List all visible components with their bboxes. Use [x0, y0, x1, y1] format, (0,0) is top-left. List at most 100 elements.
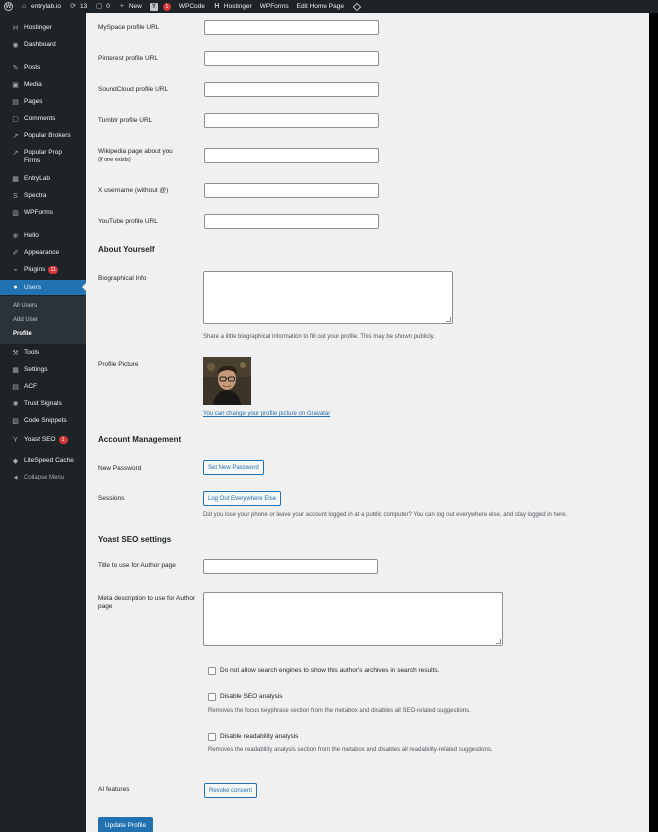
sidebar-item-label: Plugins — [24, 266, 46, 273]
tumblr-url-input[interactable] — [204, 113, 379, 128]
sidebar-item-wpforms[interactable]: ▥ WPForms — [0, 209, 86, 218]
sidebar-item-label: Comments — [24, 115, 56, 122]
litespeed-menu[interactable] — [348, 0, 366, 13]
disable-readability-checkbox[interactable] — [208, 733, 216, 741]
sidebar-item-users[interactable]: ● Users — [0, 280, 86, 295]
edit-home-page-link[interactable]: Edit Home Page — [293, 0, 348, 13]
yoast-menu[interactable]: Y 1 — [146, 0, 175, 13]
wrench-icon: ⚒ — [12, 350, 19, 357]
wikipedia-url-input[interactable] — [204, 148, 379, 163]
log-out-everywhere-button[interactable]: Log Out Everywhere Else — [203, 491, 282, 506]
noindex-author-label[interactable]: Do not allow search engines to show this… — [220, 667, 439, 674]
youtube-label: YouTube profile URL — [98, 218, 158, 225]
sidebar-item-plugins[interactable]: ⌁ Plugins 11 — [0, 266, 86, 275]
acf-icon: ▤ — [12, 384, 19, 391]
sidebar-item-litespeed-cache[interactable]: ◆ LiteSpeed Cache — [0, 457, 86, 466]
sidebar-item-hello[interactable]: ⊕ Hello — [0, 232, 86, 241]
site-name-menu[interactable]: ⌂ entrylab.io — [19, 0, 65, 13]
chart-icon: ↗ — [12, 133, 19, 140]
wpforms-label: WPForms — [259, 3, 289, 10]
sidebar-item-appearance[interactable]: ✐ Appearance — [0, 249, 86, 258]
disable-seo-label[interactable]: Disable SEO analysis — [220, 693, 283, 700]
collapse-icon: ◀ — [13, 475, 18, 481]
submenu-all-users[interactable]: All Users — [13, 303, 37, 309]
admin-bar: W ⌂ entrylab.io ⟳ 13 ▢ 0 + New Y 1 WPCod… — [0, 0, 658, 13]
disable-seo-checkbox[interactable] — [208, 693, 216, 701]
resize-handle-icon[interactable] — [496, 639, 501, 644]
submenu-add-user[interactable]: Add User — [13, 317, 38, 323]
soundcloud-url-input[interactable] — [204, 82, 379, 97]
avatar-image — [203, 357, 251, 405]
x-username-input[interactable] — [204, 183, 379, 198]
sidebar-item-popular-brokers[interactable]: ↗ Popular Brokers — [0, 132, 86, 141]
disable-readability-description: Removes the readability analysis section… — [208, 747, 493, 753]
entrylab-icon: ▦ — [12, 176, 19, 183]
sidebar-item-entrylab[interactable]: ▦ EntryLab — [0, 175, 86, 184]
submenu-profile[interactable]: Profile — [13, 331, 32, 337]
sidebar-item-label: Trust Signals — [24, 400, 62, 407]
plus-icon: + — [119, 3, 124, 10]
sidebar-item-dashboard[interactable]: ◉ Dashboard — [0, 41, 86, 50]
yoast-settings-heading: Yoast SEO settings — [98, 535, 172, 544]
dashboard-icon: ◉ — [12, 42, 19, 49]
wikipedia-label: Wikipedia page about you (if one exists) — [98, 148, 173, 164]
sidebar-item-spectra[interactable]: S Spectra — [0, 192, 86, 201]
sidebar-item-settings[interactable]: ▦ Settings — [0, 366, 86, 375]
sidebar-item-hostinger[interactable]: H Hostinger — [0, 24, 86, 33]
hello-icon: ⊕ — [12, 233, 19, 240]
sidebar-item-media[interactable]: ▣ Media — [0, 81, 86, 90]
soundcloud-label: SoundCloud profile URL — [98, 86, 169, 93]
myspace-url-input[interactable] — [204, 20, 379, 35]
diamond-icon — [352, 2, 362, 11]
author-title-input[interactable] — [203, 559, 378, 574]
wpforms-menu[interactable]: WPForms — [256, 0, 293, 13]
sidebar-item-label: Hostinger — [24, 24, 52, 31]
hostinger-icon: H — [12, 25, 19, 32]
comments-menu[interactable]: ▢ 0 — [91, 0, 114, 13]
sidebar-item-trust-signals[interactable]: ✺ Trust Signals — [0, 400, 86, 409]
yoast-notification-badge: 1 — [162, 2, 171, 11]
sidebar-item-pages[interactable]: ▤ Pages — [0, 98, 86, 107]
sidebar-item-label: Users — [24, 283, 41, 291]
meta-description-label: Meta description to use for Author page — [98, 595, 196, 610]
meta-description-textarea[interactable] — [203, 592, 503, 646]
users-submenu: All Users Add User Profile — [0, 296, 86, 344]
update-profile-button[interactable]: Update Profile — [98, 817, 153, 832]
sidebar-item-posts[interactable]: ✎ Posts — [0, 64, 86, 73]
user-icon: ● — [13, 284, 18, 291]
sidebar-item-yoast-seo[interactable]: Y Yoast SEO 1 — [0, 436, 86, 445]
chart-icon: ↗ — [12, 150, 19, 157]
about-yourself-heading: About Yourself — [98, 245, 155, 254]
sessions-description: Did you lose your phone or leave your ac… — [203, 512, 568, 518]
profile-form-area: MySpace profile URL Pinterest profile UR… — [86, 13, 649, 832]
comments-count: 0 — [106, 3, 110, 10]
sidebar-item-acf[interactable]: ▤ ACF — [0, 383, 86, 392]
youtube-url-input[interactable] — [204, 214, 379, 229]
bio-textarea[interactable] — [203, 271, 453, 324]
pinterest-url-input[interactable] — [204, 51, 379, 66]
sidebar-item-tools[interactable]: ⚒ Tools — [0, 349, 86, 358]
gravatar-link[interactable]: You can change your profile picture on G… — [203, 411, 330, 417]
sidebar-item-code-snippets[interactable]: ▧ Code Snippets — [0, 417, 86, 426]
updates-menu[interactable]: ⟳ 13 — [65, 0, 91, 13]
sidebar-item-popular-prop-firms[interactable]: ↗ Popular Prop Firms — [0, 149, 86, 165]
wordpress-icon: W — [4, 2, 13, 11]
notification-badge: 1 — [58, 436, 68, 444]
pinterest-label: Pinterest profile URL — [98, 55, 158, 62]
revoke-consent-button[interactable]: Revoke consent — [204, 783, 258, 798]
set-new-password-button[interactable]: Set New Password — [203, 460, 264, 475]
edit-home-page-label: Edit Home Page — [296, 3, 344, 10]
sidebar-item-label: Collapse Menu — [24, 475, 65, 481]
wp-logo-menu[interactable]: W — [0, 0, 19, 13]
sidebar-item-collapse-menu[interactable]: ◀ Collapse Menu — [0, 474, 86, 483]
wpcode-menu[interactable]: WPCode — [175, 0, 209, 13]
resize-handle-icon[interactable] — [446, 317, 451, 322]
new-password-label: New Password — [98, 465, 142, 472]
sidebar-item-comments[interactable]: ▢ Comments — [0, 115, 86, 124]
disable-seo-description: Removes the focus keyphrase section from… — [208, 708, 471, 714]
wpforms-icon: ▥ — [12, 210, 19, 217]
noindex-author-checkbox[interactable] — [208, 667, 216, 675]
hostinger-menu[interactable]: H Hostinger — [209, 0, 256, 13]
disable-readability-label[interactable]: Disable readability analysis — [220, 733, 298, 740]
new-content-menu[interactable]: + New — [114, 0, 146, 13]
